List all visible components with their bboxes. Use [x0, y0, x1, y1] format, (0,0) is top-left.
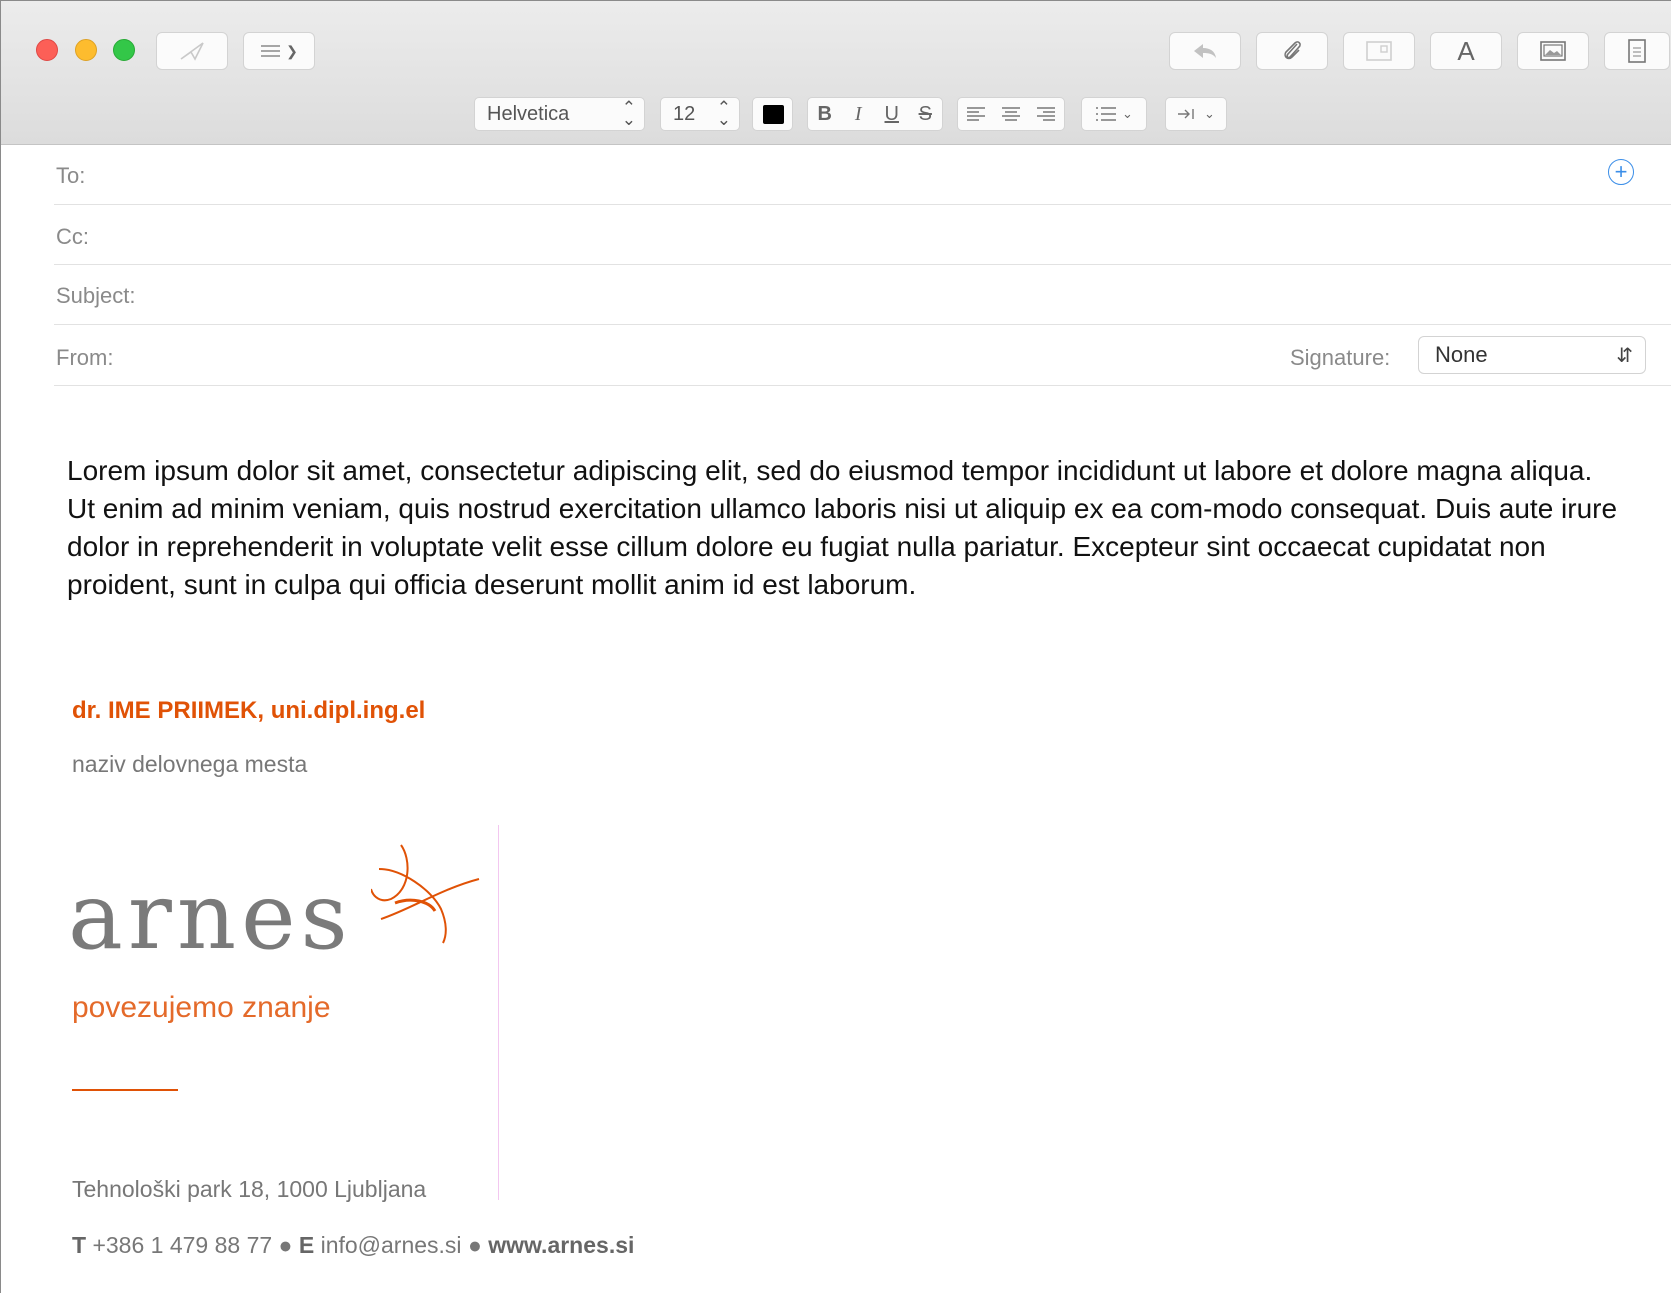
font-family-select[interactable]: Helvetica ⌃ ⌄: [474, 97, 645, 131]
to-label: To:: [56, 163, 86, 188]
signature-value: None: [1435, 342, 1488, 367]
indent-icon: [1178, 109, 1194, 119]
header-fields-button[interactable]: ❯: [243, 32, 315, 70]
signature-address: Tehnološki park 18, 1000 Ljubljana: [72, 1176, 427, 1202]
message-body[interactable]: Lorem ipsum dolor sit amet, consectetur …: [67, 452, 1627, 604]
send-icon: [180, 42, 204, 61]
cc-label: Cc:: [56, 224, 89, 249]
reply-button[interactable]: [1169, 32, 1241, 70]
arnes-logo-swoosh-icon: [371, 844, 480, 944]
indent-button[interactable]: ⌄: [1165, 97, 1227, 131]
separator-bullet: ●: [467, 1232, 482, 1258]
subject-field[interactable]: Subject:: [54, 265, 1671, 325]
updown-chevron-icon: ⌃ ⌄: [621, 98, 636, 129]
signature-accent-rule: [72, 1089, 178, 1091]
from-label: From:: [56, 345, 114, 370]
toolbar: ❯ A Helvetica ⌃ ⌄ 12 ⌃ ⌄ B I U S ⌄ ⌄: [1, 1, 1671, 145]
phone-number: +386 1 479 88 77: [92, 1232, 273, 1258]
to-field[interactable]: To: +: [54, 145, 1671, 205]
browser-icon: [1366, 41, 1392, 61]
show-fonts-button[interactable]: A: [1430, 32, 1502, 70]
reply-icon: [1194, 44, 1216, 58]
text-color-swatch: [763, 105, 784, 124]
arnes-logo-wordmark: arnes: [68, 863, 353, 970]
italic-button[interactable]: I: [842, 98, 876, 130]
send-button[interactable]: [156, 32, 228, 70]
show-browser-button[interactable]: [1343, 32, 1415, 70]
signature-select[interactable]: None ⇵: [1418, 336, 1646, 374]
underline-button[interactable]: U: [875, 98, 909, 130]
align-right-icon: [1037, 107, 1056, 121]
attachment-icon: [1284, 41, 1301, 60]
photo-browser-button[interactable]: [1517, 32, 1589, 70]
fonts-icon: A: [1457, 35, 1475, 66]
updown-chevron-icon: ⇵: [1616, 345, 1633, 367]
photo-browser-icon: [1540, 41, 1566, 61]
from-field[interactable]: From: Signature: None ⇵: [54, 325, 1671, 386]
font-family-value: Helvetica: [487, 102, 570, 125]
header-fields-icon: [261, 45, 281, 57]
signature-contact-line: T +386 1 479 88 77 ● E info@arnes.si ● w…: [72, 1232, 634, 1259]
list-style-button[interactable]: ⌄: [1081, 97, 1147, 131]
separator-bullet: ●: [278, 1232, 293, 1258]
align-right-button[interactable]: [1029, 98, 1064, 130]
stationery-icon: [1628, 39, 1646, 63]
chevron-down-icon: ⌄: [1204, 106, 1215, 121]
attach-button[interactable]: [1256, 32, 1328, 70]
add-contact-icon[interactable]: +: [1608, 159, 1634, 185]
bulleted-list-icon: [1096, 107, 1117, 121]
align-center-button[interactable]: [993, 98, 1028, 130]
minimize-window-button[interactable]: [75, 39, 97, 61]
align-left-button[interactable]: [958, 98, 993, 130]
font-size-value: 12: [673, 102, 696, 125]
chevron-down-icon: ❯: [286, 42, 298, 59]
zoom-window-button[interactable]: [113, 39, 135, 61]
chevron-down-icon: ⌄: [1122, 106, 1133, 121]
align-left-icon: [966, 107, 985, 121]
strikethrough-button[interactable]: S: [909, 98, 943, 130]
signature-label: Signature:: [1290, 345, 1391, 370]
subject-label: Subject:: [56, 283, 136, 308]
stationery-button[interactable]: [1604, 32, 1670, 70]
website-link: www.arnes.si: [488, 1232, 635, 1258]
close-window-button[interactable]: [36, 39, 58, 61]
text-style-group: B I U S: [807, 97, 943, 131]
alignment-group: [957, 97, 1065, 131]
cc-field[interactable]: Cc:: [54, 205, 1671, 265]
align-center-icon: [1001, 107, 1020, 121]
bold-button[interactable]: B: [808, 98, 842, 130]
phone-label: T: [72, 1232, 87, 1258]
signature-name: dr. IME PRIIMEK, uni.dipl.ing.el: [72, 697, 426, 724]
email-label: E: [298, 1232, 315, 1258]
text-color-button[interactable]: [752, 97, 793, 131]
signature-role: naziv delovnega mesta: [72, 751, 308, 777]
updown-chevron-icon: ⌃ ⌄: [716, 98, 731, 129]
font-size-select[interactable]: 12 ⌃ ⌄: [660, 97, 740, 131]
mail-compose-window: ❯ A Helvetica ⌃ ⌄ 12 ⌃ ⌄ B I U S ⌄ ⌄ To:…: [0, 0, 1671, 1293]
arnes-tagline: povezujemo znanje: [72, 991, 331, 1024]
signature-divider: [498, 825, 499, 1200]
email-address: info@arnes.si: [320, 1232, 462, 1258]
